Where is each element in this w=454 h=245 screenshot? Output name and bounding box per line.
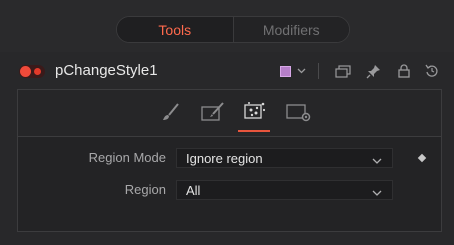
inspector-panel: Region Mode Ignore region Region All — [17, 89, 442, 232]
settings-panel-icon[interactable] — [286, 100, 312, 124]
paint-icon[interactable] — [200, 100, 226, 124]
toggle-knob — [20, 66, 31, 77]
region-mode-value: Ignore region — [186, 151, 263, 166]
tab-modifiers[interactable]: Modifiers — [233, 17, 349, 42]
node-header: pChangeStyle1 — [0, 56, 454, 88]
keyframe-diamond-icon[interactable] — [417, 153, 427, 163]
reset-icon[interactable] — [424, 62, 440, 80]
pin-icon[interactable] — [364, 62, 382, 80]
chevron-down-icon — [372, 185, 382, 200]
node-name: pChangeStyle1 — [55, 62, 158, 79]
particle-icon[interactable] — [242, 100, 268, 124]
toggle-indicator — [34, 68, 41, 75]
brush-icon[interactable] — [158, 100, 184, 124]
chevron-down-icon — [372, 153, 382, 168]
chevron-down-icon[interactable] — [294, 62, 308, 80]
active-tab-indicator — [238, 130, 270, 132]
region-dropdown[interactable]: All — [176, 180, 393, 200]
region-value: All — [186, 183, 201, 198]
collapse-icon[interactable] — [334, 62, 352, 80]
tool-tabs — [18, 90, 441, 137]
color-swatch-icon[interactable] — [278, 62, 292, 80]
region-mode-label: Region Mode — [88, 150, 166, 165]
header-divider — [317, 62, 319, 80]
tab-tools[interactable]: Tools — [117, 17, 234, 42]
region-mode-dropdown[interactable]: Ignore region — [176, 148, 393, 168]
segmented-control: Tools Modifiers — [116, 16, 350, 43]
lock-icon[interactable] — [396, 62, 412, 80]
node-enable-toggle[interactable] — [19, 65, 45, 78]
region-label: Region — [124, 182, 166, 197]
